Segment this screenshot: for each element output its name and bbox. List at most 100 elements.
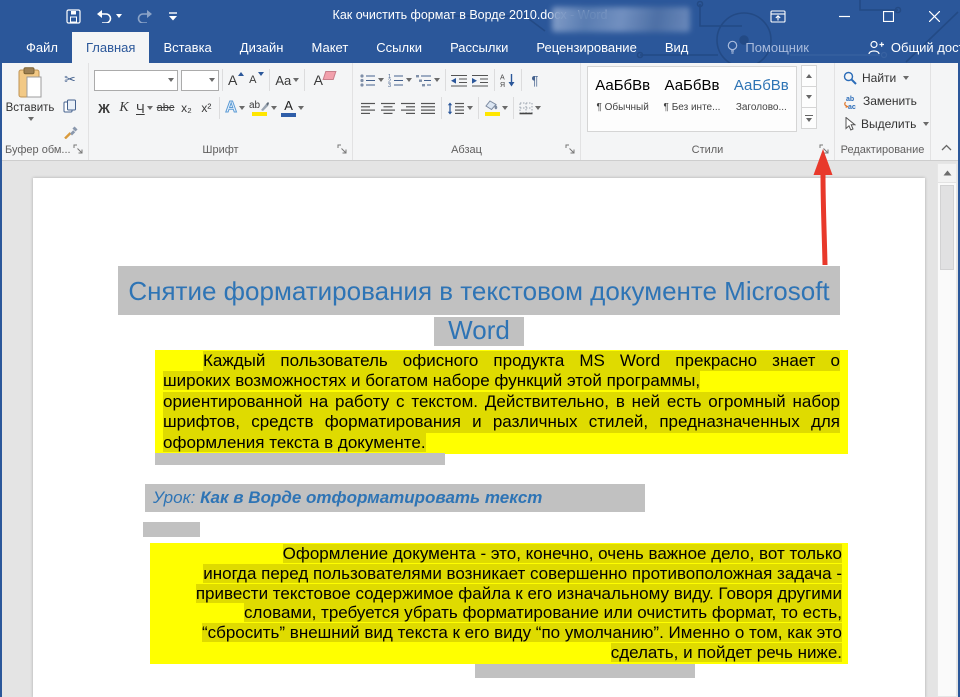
group-font: А А Aa А Ж К	[89, 63, 353, 160]
chevron-down-icon	[209, 78, 215, 82]
shrink-font-button[interactable]: А	[246, 68, 266, 92]
style-preview: АаБбВв	[727, 77, 796, 94]
undo-button[interactable]	[96, 9, 122, 23]
tab-home[interactable]: Главная	[72, 32, 149, 63]
italic-letter: К	[119, 100, 128, 116]
font-color-bar	[281, 113, 296, 117]
minimize-button[interactable]	[822, 0, 866, 32]
collapse-ribbon-button[interactable]	[941, 139, 952, 154]
tab-insert[interactable]: Вставка	[149, 32, 225, 63]
caret-down-icon	[258, 72, 264, 76]
multilevel-list-button[interactable]	[414, 68, 442, 92]
format-painter-button[interactable]	[60, 120, 80, 144]
tab-design[interactable]: Дизайн	[226, 32, 298, 63]
dialog-launcher-icon	[565, 144, 576, 155]
minimize-icon	[839, 11, 850, 22]
paragraph-2[interactable]: Оформление документа - это, конечно, оче…	[150, 543, 848, 664]
document-page[interactable]: Снятие форматирования в текстовом докуме…	[33, 178, 925, 697]
clear-formatting-button[interactable]: А	[308, 68, 328, 92]
italic-button[interactable]: К	[114, 96, 134, 120]
grow-font-button[interactable]: А	[226, 68, 246, 92]
font-color-button[interactable]: А	[279, 96, 306, 120]
justify-button[interactable]	[418, 96, 438, 120]
style-name: ¶ Обычный	[588, 102, 657, 113]
strikethrough-button[interactable]: abc	[155, 96, 177, 120]
superscript-letters: x²	[201, 101, 211, 115]
align-right-button[interactable]	[398, 96, 418, 120]
styles-scroll-up-button[interactable]	[801, 65, 817, 87]
style-preview: АаБбВв	[657, 77, 726, 94]
paragraph-dialog-launcher[interactable]	[564, 143, 577, 156]
replace-button[interactable]: ab ac Заменить	[843, 91, 917, 111]
ribbon-display-options-button[interactable]	[756, 0, 800, 32]
document-heading[interactable]: Снятие форматирования в текстовом докуме…	[33, 266, 925, 346]
sort-button[interactable]: А Я	[498, 68, 518, 92]
align-center-button[interactable]	[378, 96, 398, 120]
lesson-link-line[interactable]: Урок: Как в Ворде отформатировать текст	[145, 484, 645, 512]
highlight-color-button[interactable]: ab	[247, 96, 279, 120]
style-heading1[interactable]: АаБбВв Заголово...	[727, 67, 796, 131]
quick-access-toolbar	[66, 0, 178, 32]
styles-more-button[interactable]	[801, 107, 817, 129]
line-spacing-button[interactable]	[445, 96, 475, 120]
save-button[interactable]	[66, 9, 81, 24]
clipboard-dialog-launcher[interactable]	[72, 143, 85, 156]
bold-button[interactable]: Ж	[94, 96, 114, 120]
redacted-account-name	[552, 7, 690, 32]
shading-button[interactable]	[482, 96, 510, 120]
align-left-button[interactable]	[358, 96, 378, 120]
group-label-styles: Стили	[581, 144, 834, 156]
vertical-scrollbar[interactable]	[937, 163, 957, 697]
svg-text:ab: ab	[846, 96, 854, 103]
numbering-button[interactable]: 123	[386, 68, 414, 92]
tab-layout[interactable]: Макет	[297, 32, 362, 63]
show-marks-button[interactable]: ¶	[525, 68, 545, 92]
font-size-combobox[interactable]	[181, 70, 219, 91]
scrollbar-thumb[interactable]	[940, 185, 954, 270]
styles-dialog-launcher[interactable]	[818, 143, 831, 156]
change-case-button[interactable]: Aa	[273, 68, 301, 92]
underline-button[interactable]: Ч	[134, 96, 155, 120]
paragraph-line: широких возможностях и богатом наборе фу…	[163, 371, 700, 390]
redo-button[interactable]	[137, 9, 153, 23]
tab-view[interactable]: Вид	[651, 32, 703, 63]
subscript-button[interactable]: x₂	[176, 96, 196, 120]
font-color-letter: А	[284, 99, 293, 112]
decrease-indent-button[interactable]	[449, 68, 470, 92]
tab-mailings[interactable]: Рассылки	[436, 32, 522, 63]
paragraph-line: сделать, и пойдет речь ниже.	[611, 643, 842, 662]
borders-button[interactable]	[517, 96, 543, 120]
caret-up-icon	[238, 72, 244, 76]
text-effects-letter: А	[225, 99, 237, 117]
tab-assistant[interactable]: Помощник	[712, 32, 823, 63]
cut-button[interactable]: ✂	[60, 68, 80, 92]
maximize-button[interactable]	[866, 0, 910, 32]
clear-formatting-letter: А	[314, 72, 323, 88]
group-styles: АаБбВв ¶ Обычный АаБбВв ¶ Без инте... Аа…	[581, 63, 835, 160]
copy-button[interactable]	[60, 94, 80, 118]
find-button[interactable]: Найти	[843, 68, 909, 88]
increase-indent-button[interactable]	[470, 68, 491, 92]
ribbon-tab-bar: Файл Главная Вставка Дизайн Макет Ссылки…	[0, 32, 960, 63]
shrink-font-letter: А	[249, 74, 256, 86]
borders-icon	[519, 102, 533, 115]
scroll-up-button[interactable]	[938, 164, 956, 183]
customize-qat-button[interactable]	[168, 12, 178, 21]
tab-references[interactable]: Ссылки	[362, 32, 436, 63]
tab-file[interactable]: Файл	[12, 32, 72, 63]
paste-button[interactable]: Вставить	[4, 67, 56, 135]
style-no-spacing[interactable]: АаБбВв ¶ Без инте...	[657, 67, 726, 131]
bullets-button[interactable]	[358, 68, 386, 92]
tab-review[interactable]: Рецензирование	[522, 32, 650, 63]
select-button[interactable]: Выделить	[843, 114, 929, 134]
save-icon	[66, 9, 81, 24]
style-normal[interactable]: АаБбВв ¶ Обычный	[588, 67, 657, 131]
paragraph-1[interactable]: Каждый пользователь офисного продукта MS…	[155, 350, 848, 454]
superscript-button[interactable]: x²	[196, 96, 216, 120]
styles-scroll-down-button[interactable]	[801, 86, 817, 108]
close-button[interactable]	[910, 0, 958, 32]
font-name-combobox[interactable]	[94, 70, 178, 91]
share-button[interactable]: Общий доступ	[853, 32, 960, 63]
text-effects-button[interactable]: А	[223, 96, 247, 120]
font-dialog-launcher[interactable]	[336, 143, 349, 156]
